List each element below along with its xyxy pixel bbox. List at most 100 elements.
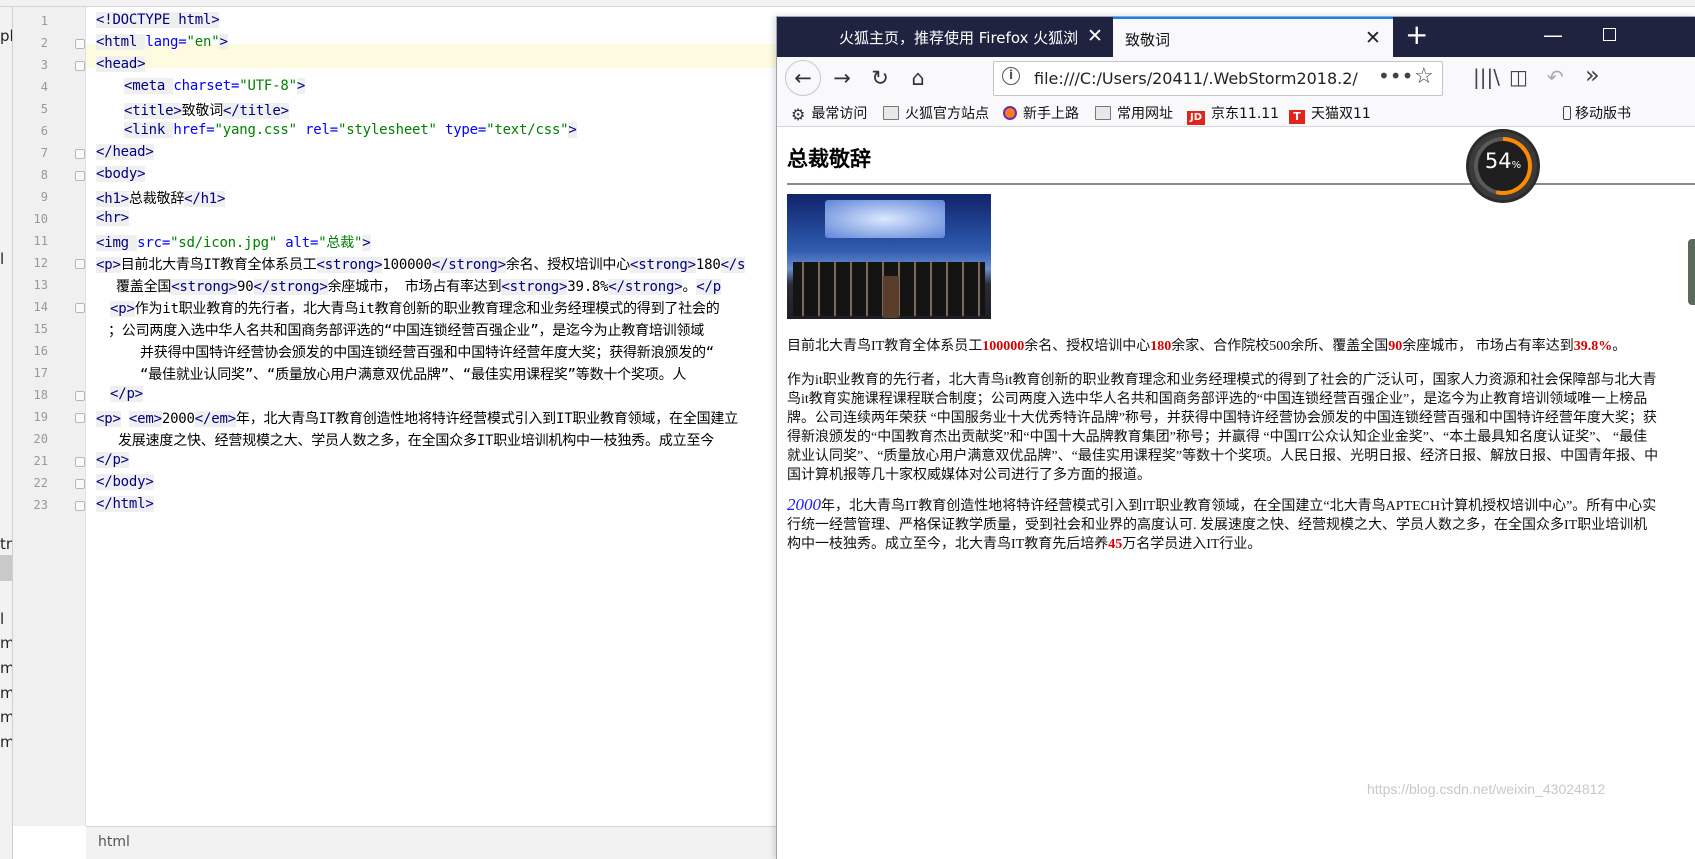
code-line-8[interactable]: <body> [96, 166, 146, 182]
code-line-10[interactable]: <hr> [96, 210, 129, 226]
url-bar[interactable]: i file:///C:/Users/20411/.WebStorm2018.2… [993, 61, 1443, 96]
line-number[interactable]: 23 [26, 498, 48, 512]
code-line-21[interactable]: </p> [96, 452, 129, 468]
tab-active-page[interactable]: 致敬词 ✕ [1113, 17, 1393, 57]
code-line-20[interactable]: 发展速度之快、经营规模之大、学员人数之多，在全国众多IT职业培训机构中一枝独秀。… [118, 430, 714, 450]
side-widget-tab[interactable] [1688, 239, 1695, 305]
line-number[interactable]: 9 [26, 190, 48, 204]
code-line-19[interactable]: <p> <em>2000</em>年，北大青鸟IT教育创造性地将特许经营模式引入… [96, 408, 738, 428]
code-line-18[interactable]: </p> [110, 386, 143, 402]
line-number[interactable]: 2 [26, 36, 48, 50]
fold-marker-icon[interactable] [75, 501, 85, 511]
project-panel-fragment[interactable]: ml [0, 684, 12, 702]
line-number[interactable]: 11 [26, 234, 48, 248]
fold-marker-icon[interactable] [75, 391, 85, 401]
code-editor[interactable]: <!DOCTYPE html> <html lang="en"> <head> … [86, 7, 776, 826]
project-panel-fragment[interactable]: ml [0, 733, 12, 751]
maximize-button[interactable] [1603, 28, 1616, 41]
line-number[interactable]: 6 [26, 124, 48, 138]
project-panel-edge[interactable]: ple l tm l ml ml ml ml ml [0, 7, 13, 859]
line-number[interactable]: 13 [26, 278, 48, 292]
bookmark-mobile[interactable]: 移动版书 [1563, 103, 1631, 123]
line-number[interactable]: 12 [26, 256, 48, 270]
line-number[interactable]: 17 [26, 366, 48, 380]
code-line-4[interactable]: <meta charset="UTF-8"> [124, 78, 305, 94]
line-number[interactable]: 5 [26, 102, 48, 116]
close-tab-icon[interactable]: ✕ [1365, 28, 1381, 48]
forward-button[interactable]: → [827, 63, 857, 93]
url-text[interactable]: file:///C:/Users/20411/.WebStorm2018.2/ [1034, 69, 1364, 88]
line-number[interactable]: 15 [26, 322, 48, 336]
code-line-15[interactable]: ；公司两度入选中华人名共和国商务部评选的“中国连锁经营百强企业”，是迄今为止教育… [108, 320, 704, 340]
project-panel-fragment[interactable]: l [0, 250, 4, 268]
close-tab-icon[interactable]: ✕ [1087, 26, 1103, 46]
bookmark-jd[interactable]: JD 京东11.11 [1187, 103, 1279, 125]
bookmark-star-icon[interactable]: ☆ [1414, 64, 1434, 89]
line-number[interactable]: 22 [26, 476, 48, 490]
fold-marker-icon[interactable] [75, 171, 85, 181]
code-line-1[interactable]: <!DOCTYPE html> [96, 12, 220, 28]
project-panel-fragment[interactable]: l [0, 610, 4, 628]
code-line-17[interactable]: “最佳就业认同奖”、“质量放心用户满意双优品牌”、“最佳实用课程奖”等数十个奖项… [140, 364, 686, 384]
code-line-12[interactable]: <p>目前北大青鸟IT教育全体系员工<strong>100000</strong… [96, 254, 745, 274]
library-icon[interactable]: |||\ [1473, 65, 1500, 89]
fold-marker-icon[interactable] [75, 413, 85, 423]
bookmark-common-sites[interactable]: 常用网址 [1095, 103, 1173, 123]
undo-icon[interactable]: ↶ [1547, 65, 1564, 89]
code-line-14[interactable]: <p>作为it职业教育的先行者，北大青鸟it教育创新的职业教育理念和业务经理模式… [110, 298, 720, 318]
reload-button[interactable]: ↻ [865, 63, 895, 93]
line-number[interactable]: 4 [26, 80, 48, 94]
project-panel-fragment[interactable]: tm [0, 535, 12, 553]
code-line-16[interactable]: 并获得中国特许经营协会颁发的中国连锁经营百强和中国特许经营年度大奖；获得新浪颁发… [140, 342, 714, 362]
overflow-menu-icon[interactable]: » [1585, 61, 1600, 89]
code-line-2[interactable]: <html lang="en"> [96, 34, 228, 50]
bookmark-tmall[interactable]: T 天猫双11 [1289, 103, 1371, 124]
line-number[interactable]: 20 [26, 432, 48, 446]
line-number[interactable]: 21 [26, 454, 48, 468]
line-number[interactable]: 1 [26, 14, 48, 28]
code-line-6[interactable]: <link href="yang.css" rel="stylesheet" t… [124, 122, 577, 138]
code-line-23[interactable]: </html> [96, 496, 154, 512]
bookmark-getting-started[interactable]: 新手上路 [1003, 103, 1079, 123]
fold-marker-icon[interactable] [75, 457, 85, 467]
line-number[interactable]: 3 [26, 58, 48, 72]
line-number[interactable]: 10 [26, 212, 48, 226]
bookmark-firefox-site[interactable]: 火狐官方站点 [883, 103, 989, 123]
new-tab-button[interactable]: + [1405, 19, 1428, 51]
fold-marker-icon[interactable] [75, 303, 85, 313]
code-line-9[interactable]: <h1>总裁敬辞</h1> [96, 188, 225, 208]
code-line-7[interactable]: </head> [96, 144, 154, 160]
home-button[interactable]: ⌂ [903, 63, 933, 93]
fold-marker-icon[interactable] [75, 479, 85, 489]
code-line-5[interactable]: <title>致敬词</title> [124, 100, 289, 120]
page-actions-icon[interactable]: ••• [1378, 64, 1413, 88]
line-number[interactable]: 19 [26, 410, 48, 424]
site-info-icon[interactable]: i [1002, 67, 1020, 85]
bookmark-most-visited[interactable]: ⚙ 最常访问 [791, 103, 867, 124]
minimize-button[interactable]: — [1543, 23, 1563, 47]
line-number[interactable]: 18 [26, 388, 48, 402]
sidebar-icon[interactable]: ◫ [1509, 65, 1528, 89]
line-number[interactable]: 14 [26, 300, 48, 314]
memory-speed-gauge[interactable]: 54% [1469, 132, 1537, 200]
breadcrumb[interactable]: html [98, 834, 130, 850]
fold-marker-icon[interactable] [75, 61, 85, 71]
project-panel-fragment[interactable]: ml [0, 634, 12, 652]
back-button[interactable]: ← [785, 60, 821, 96]
project-panel-fragment[interactable]: ml [0, 708, 12, 726]
fold-marker-icon[interactable] [75, 259, 85, 269]
line-number[interactable]: 16 [26, 344, 48, 358]
line-number-gutter[interactable]: 1 2 3 4 5 6 7 8 9 10 11 12 13 14 15 16 17 18 19 20 21 22 23 [13, 7, 86, 826]
code-line-13[interactable]: 覆盖全国<strong>90</strong>余座城市， 市场占有率达到<str… [116, 276, 721, 296]
project-panel-fragment[interactable]: ml [0, 659, 12, 677]
line-number[interactable]: 7 [26, 146, 48, 160]
project-selected-item[interactable] [0, 555, 12, 581]
fold-marker-icon[interactable] [75, 39, 85, 49]
code-line-3[interactable]: <head> [96, 56, 146, 72]
project-panel-fragment[interactable]: ple [0, 27, 12, 45]
fold-marker-icon[interactable] [75, 149, 85, 159]
tab-firefox-home[interactable]: 火狐主页，推荐使用 Firefox 火狐浏 ✕ [827, 17, 1113, 57]
line-number[interactable]: 8 [26, 168, 48, 182]
code-line-11[interactable]: <img src="sd/icon.jpg" alt="总裁"> [96, 232, 371, 252]
code-line-22[interactable]: </body> [96, 474, 154, 490]
